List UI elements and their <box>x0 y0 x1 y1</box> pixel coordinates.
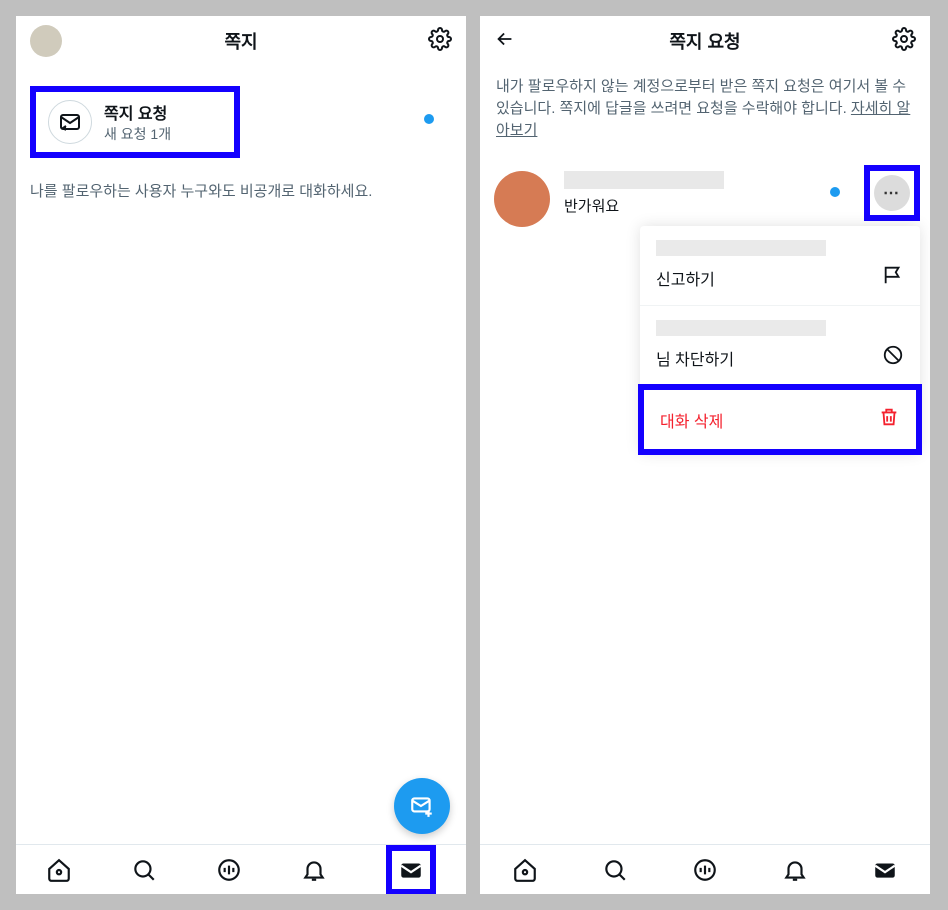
more-options-button[interactable]: ⋯ <box>864 165 920 221</box>
search-icon[interactable] <box>602 857 628 883</box>
page-title: 쪽지 <box>66 28 416 54</box>
bottom-nav <box>16 844 466 894</box>
home-icon[interactable] <box>512 857 538 883</box>
flag-icon <box>882 264 904 291</box>
request-subtitle: 새 요청 1개 <box>104 124 171 144</box>
message-request-icon <box>48 100 92 144</box>
user-avatar <box>494 171 550 227</box>
back-icon[interactable] <box>494 28 516 55</box>
request-title: 쪽지 요청 <box>104 100 171 124</box>
block-icon <box>882 344 904 371</box>
report-label: 신고하기 <box>656 266 715 290</box>
delete-label: 대화 삭제 <box>660 408 723 432</box>
compose-button[interactable] <box>394 778 450 834</box>
settings-icon[interactable] <box>428 27 452 56</box>
options-popup: 신고하기 님 차단하기 대화 삭제 <box>640 226 920 453</box>
messages-tab-icon[interactable] <box>872 857 898 883</box>
delete-menu-item[interactable]: 대화 삭제 <box>638 384 922 455</box>
profile-avatar[interactable] <box>30 25 62 57</box>
header: 쪽지 <box>16 16 466 66</box>
message-request-card[interactable]: 쪽지 요청 새 요청 1개 <box>30 86 240 158</box>
notifications-icon[interactable] <box>301 857 327 883</box>
block-menu-item[interactable]: 님 차단하기 <box>640 306 920 386</box>
username-redacted <box>656 240 826 256</box>
bottom-nav <box>480 844 930 894</box>
page-title: 쪽지 요청 <box>530 28 880 54</box>
home-icon[interactable] <box>46 857 72 883</box>
trash-icon <box>878 406 900 433</box>
mic-icon[interactable] <box>692 857 718 883</box>
block-label: 님 차단하기 <box>656 346 734 370</box>
messages-screen: 쪽지 쪽지 요청 새 요청 1개 나를 팔로우하는 사용자 누구와도 비공개로 … <box>16 16 466 894</box>
search-icon[interactable] <box>131 857 157 883</box>
description-text: 내가 팔로우하지 않는 계정으로부터 받은 쪽지 요청은 여기서 볼 수 있습니… <box>496 76 914 141</box>
hint-text: 나를 팔로우하는 사용자 누구와도 비공개로 대화하세요. <box>30 180 452 201</box>
more-icon: ⋯ <box>874 175 910 211</box>
mic-icon[interactable] <box>216 857 242 883</box>
unread-dot <box>424 114 434 124</box>
username-redacted <box>656 320 826 336</box>
report-menu-item[interactable]: 신고하기 <box>640 226 920 306</box>
message-requests-screen: 쪽지 요청 내가 팔로우하지 않는 계정으로부터 받은 쪽지 요청은 여기서 볼… <box>480 16 930 894</box>
messages-tab-icon[interactable] <box>386 845 436 895</box>
notifications-icon[interactable] <box>782 857 808 883</box>
message-request-item[interactable]: 반가워요 ⋯ <box>480 171 930 227</box>
username-redacted <box>564 171 724 189</box>
header: 쪽지 요청 <box>480 16 930 66</box>
settings-icon[interactable] <box>892 27 916 56</box>
